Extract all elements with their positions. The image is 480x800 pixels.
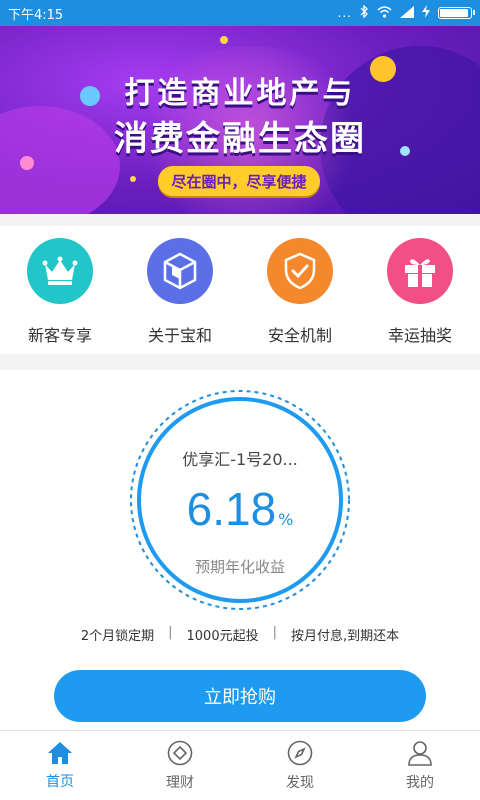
tab-discover[interactable]: 发现 bbox=[260, 740, 340, 792]
term-lock-period: 2个月锁定期 bbox=[80, 629, 155, 644]
wifi-icon bbox=[377, 5, 392, 21]
quick-entry-about[interactable]: 关于宝和 bbox=[125, 226, 235, 346]
term-separator: | bbox=[168, 625, 173, 640]
shield-check-icon bbox=[267, 238, 333, 304]
notification-dots: ... bbox=[337, 6, 352, 20]
compass-icon bbox=[287, 740, 313, 765]
battery-icon bbox=[438, 7, 475, 19]
bluetooth-icon bbox=[360, 4, 369, 21]
quick-entry-label: 关于宝和 bbox=[147, 326, 212, 345]
status-bar: 下午4:15 ... bbox=[0, 0, 480, 26]
quick-entry-label: 安全机制 bbox=[267, 326, 332, 345]
quick-entry-security[interactable]: 安全机制 bbox=[245, 226, 355, 346]
promo-banner[interactable]: 打造商业地产与 消费金融生态圈 尽在圈中，尽享便捷 bbox=[0, 26, 480, 214]
signal-icon bbox=[400, 5, 414, 21]
term-separator: | bbox=[272, 625, 277, 640]
product-rate: 6.18% bbox=[128, 482, 352, 536]
banner-title-line2: 消费金融生态圈 bbox=[114, 119, 366, 159]
quick-entry-label: 幸运抽奖 bbox=[387, 326, 452, 345]
crown-icon bbox=[27, 238, 93, 304]
tab-label: 发现 bbox=[286, 774, 314, 791]
banner-decoration bbox=[220, 36, 228, 44]
tab-label: 我的 bbox=[406, 774, 434, 791]
buy-now-button[interactable]: 立即抢购 bbox=[54, 670, 426, 722]
finance-icon bbox=[167, 740, 193, 765]
product-rate-ring[interactable]: 优享汇-1号20... 6.18% 预期年化收益 bbox=[128, 388, 352, 612]
featured-product-card: 优享汇-1号20... 6.18% 预期年化收益 2个月锁定期 | 1000元起… bbox=[0, 370, 480, 730]
rate-unit: % bbox=[278, 510, 294, 529]
tab-home[interactable]: 首页 bbox=[20, 741, 100, 791]
gift-icon bbox=[387, 238, 453, 304]
quick-entry-lucky-draw[interactable]: 幸运抽奖 bbox=[365, 226, 475, 346]
cube-logo-icon bbox=[147, 238, 213, 304]
quick-entry-grid: 新客专享 关于宝和 安全机制 幸运抽奖 bbox=[0, 226, 480, 354]
user-icon bbox=[408, 740, 432, 766]
tab-finance[interactable]: 理财 bbox=[140, 740, 220, 792]
tab-mine[interactable]: 我的 bbox=[380, 740, 460, 792]
status-icons: ... bbox=[337, 4, 475, 21]
quick-entry-label: 新客专享 bbox=[27, 326, 92, 345]
banner-title-line1: 打造商业地产与 bbox=[124, 76, 356, 111]
product-name: 优享汇-1号20... bbox=[182, 450, 298, 469]
tab-label: 理财 bbox=[166, 774, 194, 791]
quick-entry-new-customer[interactable]: 新客专享 bbox=[5, 226, 115, 346]
rate-label: 预期年化收益 bbox=[194, 558, 285, 576]
home-icon bbox=[48, 741, 72, 764]
banner-slogan: 尽在圈中，尽享便捷 bbox=[158, 166, 320, 196]
term-min-investment: 1000元起投 bbox=[186, 629, 259, 644]
tab-label: 首页 bbox=[46, 773, 74, 790]
term-repayment: 按月付息,到期还本 bbox=[291, 629, 400, 644]
charging-icon bbox=[422, 5, 430, 21]
bottom-tab-bar: 首页 理财 发现 我的 bbox=[0, 730, 480, 800]
product-terms: 2个月锁定期 | 1000元起投 | 按月付息,到期还本 bbox=[0, 625, 480, 644]
status-time: 下午4:15 bbox=[8, 7, 64, 23]
rate-value: 6.18 bbox=[186, 483, 277, 535]
banner-decoration bbox=[130, 176, 136, 182]
